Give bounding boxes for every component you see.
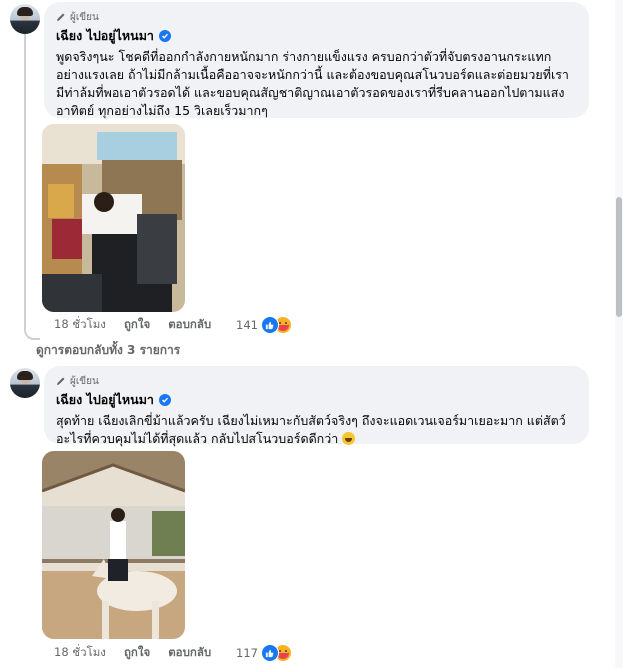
comment-photo[interactable] [42, 124, 185, 312]
scrollbar-thumb[interactable] [616, 197, 622, 317]
thread-line [24, 34, 26, 324]
like-reaction-icon [260, 644, 279, 662]
scrollbar-track[interactable] [615, 0, 623, 668]
comment-timestamp[interactable]: 18 ชั่วโมง [54, 316, 106, 334]
comment-bubble: ผู้เขียน เฉียง ไปอยู่ไหนมา สุดท้าย เฉียง… [44, 366, 589, 446]
laughing-emoji-icon [342, 432, 356, 445]
reaction-count: 141 [236, 318, 258, 332]
reaction-summary[interactable]: 141 [236, 316, 292, 334]
comment-text: สุดท้าย เฉียงเลิกขี่ม้าแล้วครับ เฉียงไม่… [56, 412, 577, 448]
comment-text: พูดจริงๆนะ โชคดีที่ออกกำลังกายหนักมาก ร่… [56, 49, 569, 118]
like-reaction-icon [260, 316, 279, 334]
comment-bubble: ผู้เขียน เฉียง ไปอยู่ไหนมา พูดจริงๆนะ โช… [44, 2, 589, 118]
reaction-count: 117 [236, 646, 258, 660]
reply-button[interactable]: ตอบกลับ [168, 316, 211, 334]
like-button[interactable]: ถูกใจ [124, 644, 150, 662]
reply-button[interactable]: ตอบกลับ [168, 644, 211, 662]
pencil-icon [57, 377, 65, 385]
author-badge: ผู้เขียน [56, 374, 577, 388]
reaction-summary[interactable]: 117 [236, 644, 292, 662]
verified-badge-icon [158, 30, 171, 42]
comment-photo[interactable] [42, 451, 185, 639]
author-badge: ผู้เขียน [56, 10, 577, 24]
author-badge-label: ผู้เขียน [70, 375, 99, 387]
pencil-icon [57, 13, 65, 21]
avatar[interactable] [10, 368, 40, 398]
verified-badge-icon [158, 394, 171, 406]
comment-timestamp[interactable]: 18 ชั่วโมง [54, 644, 106, 662]
avatar[interactable] [10, 4, 40, 34]
author-badge-label: ผู้เขียน [70, 11, 99, 23]
thread-connector [24, 318, 40, 340]
like-button[interactable]: ถูกใจ [124, 316, 150, 334]
author-name[interactable]: เฉียง ไปอยู่ไหนมา [56, 26, 154, 46]
comment-actions: 18 ชั่วโมง ถูกใจ ตอบกลับ [54, 644, 229, 662]
author-name[interactable]: เฉียง ไปอยู่ไหนมา [56, 390, 154, 410]
comment-actions: 18 ชั่วโมง ถูกใจ ตอบกลับ [54, 316, 229, 334]
view-replies-link[interactable]: ดูการตอบกลับทั้ง 3 รายการ [36, 341, 180, 360]
comment-text-content: สุดท้าย เฉียงเลิกขี่ม้าแล้วครับ เฉียงไม่… [56, 413, 566, 446]
